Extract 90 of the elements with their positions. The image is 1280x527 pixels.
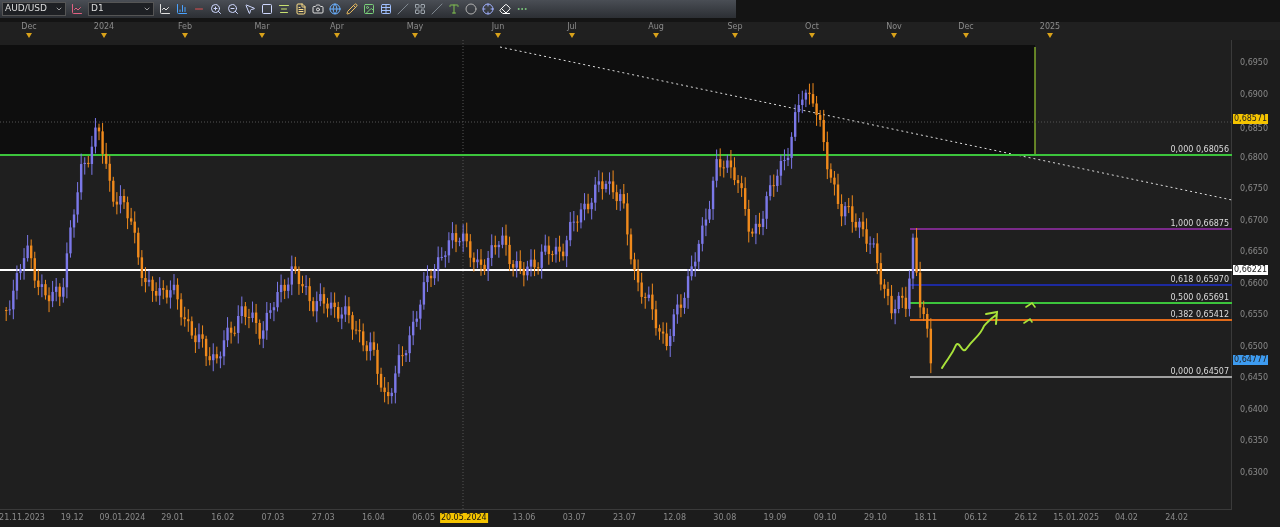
marker-icon bbox=[891, 33, 897, 38]
month-label: May bbox=[406, 22, 424, 32]
date-label: 26.12 bbox=[1014, 513, 1038, 523]
hand-drawn-arrow bbox=[941, 311, 998, 369]
marker-icon bbox=[653, 33, 659, 38]
price-label: 0,6300 bbox=[1240, 467, 1268, 477]
month-label: Jul bbox=[567, 22, 577, 32]
price-label: 0,6400 bbox=[1240, 404, 1268, 414]
date-label: 19.12 bbox=[60, 513, 84, 523]
date-label: 03.07 bbox=[562, 513, 586, 523]
date-label: 09.10 bbox=[813, 513, 837, 523]
date-label: 16.02 bbox=[211, 513, 235, 523]
price-tag: 0,64777 bbox=[1233, 355, 1269, 365]
price-label: 0,6950 bbox=[1240, 58, 1268, 67]
date-label: 21.11.2023 bbox=[0, 513, 45, 523]
date-label: 24.02 bbox=[1165, 513, 1189, 523]
fibonacci-level-label: 0,382 0,65412 bbox=[1170, 310, 1229, 319]
date-label: 30.08 bbox=[713, 513, 737, 523]
price-label: 0,6350 bbox=[1240, 436, 1268, 445]
caret-icon bbox=[55, 5, 63, 13]
fibonacci-level-label: 1,000 0,66875 bbox=[1170, 219, 1229, 228]
price-label: 0,6650 bbox=[1240, 247, 1268, 256]
toolbar-icon[interactable] bbox=[414, 3, 426, 15]
month-label: Mar bbox=[254, 22, 270, 32]
price-label: 0,6600 bbox=[1240, 278, 1268, 288]
fibonacci-level-label: 0,000 0,68056 bbox=[1170, 145, 1229, 154]
date-label: 18.11 bbox=[914, 513, 938, 523]
date-label: 12.08 bbox=[663, 513, 687, 523]
marker-icon bbox=[732, 33, 738, 38]
date-label: 06.05 bbox=[412, 513, 436, 523]
price-label: 0,6550 bbox=[1240, 310, 1268, 319]
price-label: 0,6900 bbox=[1240, 89, 1268, 99]
month-label: Dec bbox=[21, 22, 37, 32]
marker-icon bbox=[334, 33, 340, 38]
month-label: Nov bbox=[886, 22, 902, 32]
date-label: 20.05.2024 bbox=[439, 513, 488, 523]
price-label: 0,6700 bbox=[1240, 215, 1268, 225]
month-label: Dec bbox=[958, 22, 974, 32]
toolbar-icon[interactable] bbox=[210, 3, 222, 15]
marker-icon bbox=[569, 33, 575, 38]
marker-icon bbox=[259, 33, 265, 38]
price-label: 0,6800 bbox=[1240, 152, 1268, 162]
date-label: 09.01.2024 bbox=[99, 513, 146, 523]
marker-icon bbox=[101, 33, 107, 38]
price-label: 0,6850 bbox=[1240, 124, 1268, 133]
toolbar-icon[interactable] bbox=[363, 3, 375, 15]
chart-type-icon[interactable] bbox=[71, 3, 83, 15]
date-label: 29.01 bbox=[161, 513, 185, 523]
month-label: 2025 bbox=[1039, 22, 1061, 32]
date-label: 19.09 bbox=[763, 513, 787, 523]
month-label: Aug bbox=[648, 22, 664, 32]
caret-icon bbox=[143, 5, 151, 13]
fibonacci-level-label: 0,500 0,65691 bbox=[1170, 293, 1229, 302]
hand-drawn-mark bbox=[1023, 301, 1036, 324]
price-label: 0,6500 bbox=[1240, 341, 1268, 351]
toolbar-icon[interactable] bbox=[380, 3, 392, 15]
marker-icon bbox=[1047, 33, 1053, 38]
symbol-dropdown[interactable]: AUD/USD bbox=[2, 2, 66, 16]
date-label: 29.10 bbox=[863, 513, 887, 523]
toolbar-icon[interactable] bbox=[329, 3, 341, 15]
marker-icon bbox=[495, 33, 501, 38]
toolbar-icon[interactable] bbox=[227, 3, 239, 15]
toolbar-icon[interactable] bbox=[278, 3, 290, 15]
date-label: 16.04 bbox=[361, 513, 385, 523]
date-label: 07.03 bbox=[261, 513, 285, 523]
date-label: 27.03 bbox=[311, 513, 335, 523]
month-label: Jun bbox=[491, 22, 505, 32]
price-tag: 0,68571 bbox=[1233, 114, 1269, 124]
month-label: Apr bbox=[330, 22, 344, 32]
price-label: 0,6450 bbox=[1240, 373, 1268, 382]
date-label: 04.02 bbox=[1114, 513, 1138, 523]
price-label: 0,6750 bbox=[1240, 184, 1268, 193]
date-label: 06.12 bbox=[964, 513, 988, 523]
marker-icon bbox=[26, 33, 32, 38]
month-label: Oct bbox=[805, 22, 819, 32]
date-label: 23.07 bbox=[612, 513, 636, 523]
month-label: Feb bbox=[177, 22, 193, 32]
marker-icon bbox=[963, 33, 969, 38]
date-label: 13.06 bbox=[512, 513, 536, 523]
date-label: 15.01.2025 bbox=[1053, 513, 1100, 523]
price-tag: 0,66221 bbox=[1233, 265, 1269, 275]
fibonacci-level-label: 0,618 0,65970 bbox=[1170, 275, 1229, 284]
month-label: 2024 bbox=[93, 22, 115, 32]
marker-icon bbox=[182, 33, 188, 38]
marker-icon bbox=[809, 33, 815, 38]
fibonacci-level-label: 0,000 0,64507 bbox=[1170, 367, 1229, 376]
timeframe-dropdown[interactable]: D1 bbox=[88, 2, 154, 16]
toolbar-icon[interactable] bbox=[346, 3, 358, 15]
month-label: Sep bbox=[727, 22, 743, 32]
marker-icon bbox=[412, 33, 418, 38]
